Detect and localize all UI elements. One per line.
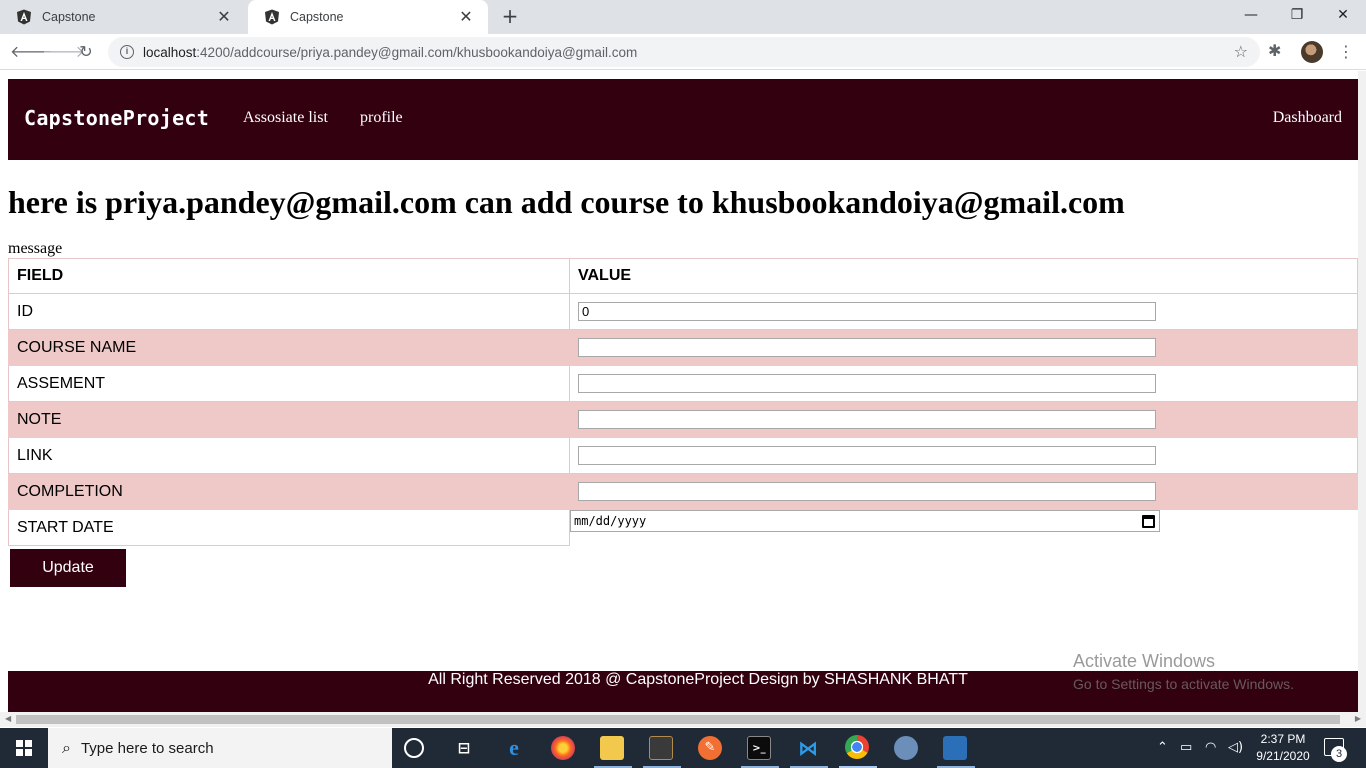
watermark-title: Activate Windows xyxy=(1073,651,1216,671)
forward-button[interactable]: 🡒 xyxy=(42,40,85,64)
notification-count-badge: 3 xyxy=(1331,746,1347,762)
nav-link-profile[interactable]: profile xyxy=(360,109,403,127)
date-placeholder: mm/dd/yyyy xyxy=(574,514,647,528)
note-input[interactable] xyxy=(578,410,1156,429)
cortana-icon[interactable] xyxy=(404,738,424,758)
row-label-link: LINK xyxy=(8,437,570,474)
navbar-brand[interactable]: CapstoneProject xyxy=(24,106,209,130)
table-row: ASSEMENT xyxy=(8,365,1358,402)
firefox-icon[interactable] xyxy=(551,736,575,760)
taskbar-clock[interactable]: 2:37 PM 9/21/2020 xyxy=(1253,731,1313,765)
browser-tabstrip: Capstone ✕ Capstone ✕ + — ❐ ✕ xyxy=(0,0,1366,34)
url-path: :4200/addcourse/priya.pandey@gmail.com/k… xyxy=(196,44,638,60)
restore-button[interactable]: ❐ xyxy=(1274,0,1320,32)
chrome-icon[interactable] xyxy=(845,735,869,759)
page-viewport: CapstoneProject Assosiate list profile D… xyxy=(0,71,1366,712)
edge-icon[interactable]: e xyxy=(502,736,526,760)
table-row: COURSE NAME xyxy=(8,329,1358,366)
field-column-header: FIELD xyxy=(8,258,570,294)
back-button[interactable]: 🡐 xyxy=(10,40,53,64)
row-label-start-date: START DATE xyxy=(8,509,570,546)
angular-icon xyxy=(265,9,279,25)
row-label-completion: COMPLETION xyxy=(8,473,570,510)
info-icon[interactable]: i xyxy=(120,45,134,59)
extensions-icon[interactable]: ✱ xyxy=(1268,41,1281,60)
bookmark-star-icon[interactable]: ☆ xyxy=(1234,42,1248,61)
value-column-header: VALUE xyxy=(569,258,1358,294)
link-input[interactable] xyxy=(578,446,1156,465)
tab-title: Capstone xyxy=(290,10,344,24)
table-header-row: FIELD VALUE xyxy=(8,258,1358,294)
row-label-note: NOTE xyxy=(8,401,570,438)
file-explorer-icon[interactable] xyxy=(600,736,624,760)
windows-logo-icon xyxy=(16,740,32,756)
activate-windows-watermark: Activate Windows Go to Settings to activ… xyxy=(1073,651,1294,692)
clock-time: 2:37 PM xyxy=(1260,732,1306,746)
table-row: ID xyxy=(8,293,1358,330)
horizontal-scrollbar[interactable]: ◀ ▶ xyxy=(0,712,1366,727)
close-icon[interactable]: ✕ xyxy=(456,7,476,27)
scroll-left-icon[interactable]: ◀ xyxy=(5,714,11,723)
calendar-icon[interactable] xyxy=(1142,514,1155,528)
page-title: here is priya.pandey@gmail.com can add c… xyxy=(8,184,1125,220)
nav-link-associate-list[interactable]: Assosiate list xyxy=(243,109,328,127)
browser-tab-2[interactable]: Capstone ✕ xyxy=(248,0,488,34)
minimize-button[interactable]: — xyxy=(1228,0,1274,32)
watermark-subtitle: Go to Settings to activate Windows. xyxy=(1073,676,1294,692)
scroll-right-icon[interactable]: ▶ xyxy=(1355,714,1361,723)
reload-button[interactable]: ↻ xyxy=(74,40,98,64)
clock-date: 9/21/2020 xyxy=(1256,749,1310,763)
task-view-icon[interactable]: ⊟ xyxy=(452,736,476,760)
photos-icon[interactable] xyxy=(943,736,967,760)
taskbar-search[interactable]: ⌕ Type here to search xyxy=(48,728,392,768)
avatar[interactable] xyxy=(1301,41,1323,63)
table-row: LINK xyxy=(8,437,1358,474)
tab-title: Capstone xyxy=(42,10,96,24)
nav-link-dashboard[interactable]: Dashboard xyxy=(1273,109,1342,127)
search-icon: ⌕ xyxy=(62,738,71,757)
address-bar[interactable]: i localhost:4200/addcourse/priya.pandey@… xyxy=(108,37,1260,67)
paint-icon[interactable] xyxy=(894,736,918,760)
completion-input[interactable] xyxy=(578,482,1156,501)
start-button[interactable] xyxy=(0,728,48,768)
game-app-icon[interactable] xyxy=(649,736,673,760)
browser-tab-1[interactable]: Capstone ✕ xyxy=(0,0,246,34)
browser-toolbar: 🡐 🡒 ↻ i localhost:4200/addcourse/priya.p… xyxy=(0,34,1366,70)
volume-icon[interactable]: ◁) xyxy=(1228,728,1243,768)
window-close-button[interactable]: ✕ xyxy=(1320,0,1366,32)
angular-icon xyxy=(17,9,31,25)
course-form-table: FIELD VALUE ID COURSE NAME ASSEMENT NOTE… xyxy=(8,258,1358,546)
tray-chevron-icon[interactable]: ⌃ xyxy=(1157,728,1168,768)
wifi-icon[interactable]: ◠ xyxy=(1205,728,1216,768)
new-tab-button[interactable]: + xyxy=(498,4,522,28)
assement-input[interactable] xyxy=(578,374,1156,393)
row-label-course-name: COURSE NAME xyxy=(8,329,570,366)
table-row: START DATE mm/dd/yyyy xyxy=(8,509,1358,546)
app-navbar: CapstoneProject Assosiate list profile D… xyxy=(8,79,1358,160)
id-input[interactable] xyxy=(578,302,1156,321)
terminal-icon[interactable]: >_ xyxy=(747,736,771,760)
windows-taskbar: ⌕ Type here to search ⊟ e ✎ >_ ⋈ ⌃ ▭ ◠ ◁… xyxy=(0,728,1366,768)
close-icon[interactable]: ✕ xyxy=(214,7,234,27)
table-row: COMPLETION xyxy=(8,473,1358,510)
postman-icon[interactable]: ✎ xyxy=(698,736,722,760)
battery-icon[interactable]: ▭ xyxy=(1180,728,1192,768)
vscode-icon[interactable]: ⋈ xyxy=(796,736,820,760)
url-host: localhost xyxy=(143,44,197,60)
taskbar-search-placeholder: Type here to search xyxy=(80,739,214,757)
vertical-scrollbar[interactable] xyxy=(1358,71,1366,712)
browser-menu-icon[interactable]: ⋮ xyxy=(1336,40,1356,64)
update-button[interactable]: Update xyxy=(10,549,126,587)
row-label-id: ID xyxy=(8,293,570,330)
start-date-input[interactable]: mm/dd/yyyy xyxy=(570,510,1160,532)
scrollbar-thumb[interactable] xyxy=(16,715,1340,724)
table-row: NOTE xyxy=(8,401,1358,438)
course-name-input[interactable] xyxy=(578,338,1156,357)
message-text: message xyxy=(8,240,63,257)
row-label-assement: ASSEMENT xyxy=(8,365,570,402)
